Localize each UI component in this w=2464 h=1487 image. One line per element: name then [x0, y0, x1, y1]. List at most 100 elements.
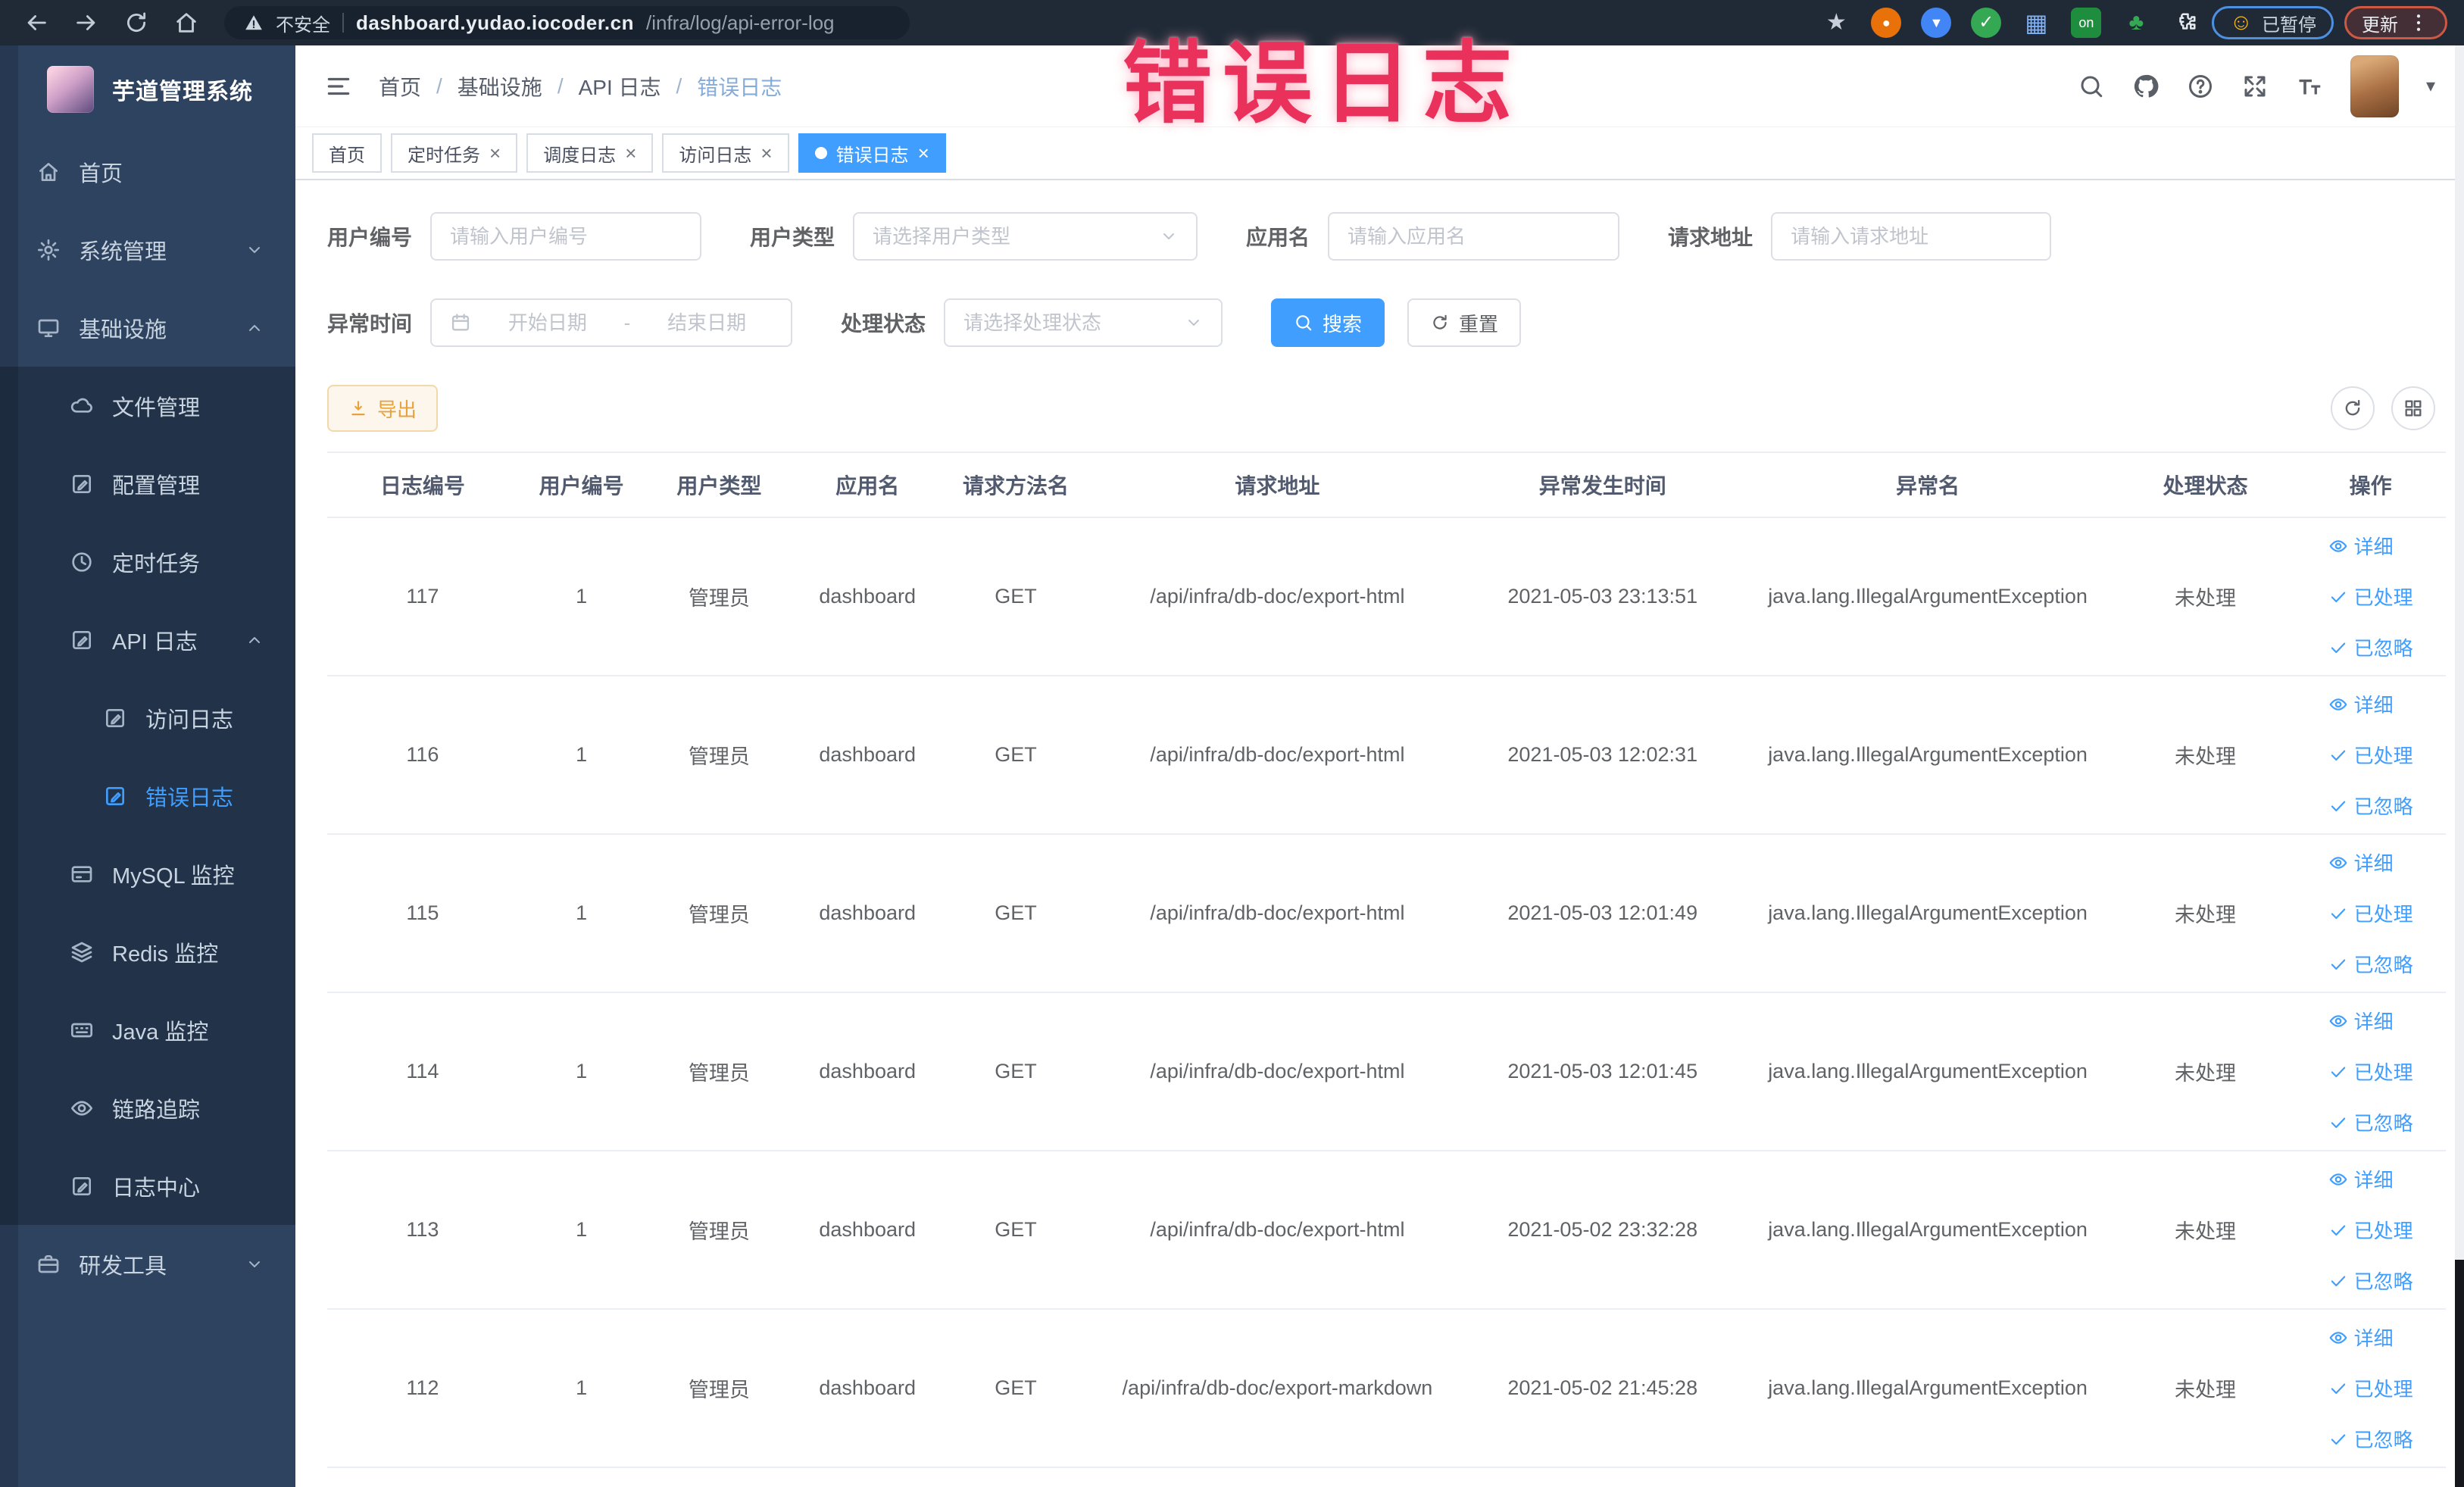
action-ignored-link[interactable]: 已忽略 [2328, 792, 2413, 820]
tab-job-log[interactable]: 调度日志 × [526, 133, 654, 173]
action-ignored-link[interactable]: 已忽略 [2328, 1108, 2413, 1136]
avatar-caret-icon[interactable]: ▾ [2426, 75, 2435, 97]
sidebar-item-config[interactable]: 配置管理 [0, 445, 295, 523]
fullscreen-icon[interactable] [2241, 73, 2269, 100]
ext-puzzle-icon[interactable] [2171, 8, 2201, 38]
action-processed-link[interactable]: 已处理 [2328, 741, 2413, 769]
sidebar-item-job[interactable]: 定时任务 [0, 523, 295, 601]
eye-icon [2328, 1011, 2348, 1031]
request-url-input[interactable] [1791, 224, 2032, 248]
close-icon[interactable]: × [760, 142, 772, 165]
column-settings-button[interactable] [2391, 386, 2435, 430]
ext-grid-icon[interactable]: ▦ [2021, 8, 2051, 38]
action-ignored-link[interactable]: 已忽略 [2328, 1425, 2413, 1453]
action-ignored-link[interactable]: 已忽略 [2328, 633, 2413, 661]
address-bar[interactable]: 不安全 dashboard.yudao.iocoder.cn/infra/log… [224, 6, 910, 39]
sidebar-item-api-log[interactable]: API 日志 [0, 601, 295, 679]
sidebar-logo-row[interactable]: 芋道管理系统 [0, 45, 295, 133]
filter-user-id: 用户编号 [327, 212, 702, 261]
action-processed-link[interactable]: 已处理 [2328, 899, 2413, 927]
sidebar-item-infra[interactable]: 基础设施 [0, 289, 295, 367]
close-icon[interactable]: × [489, 142, 501, 165]
user-avatar[interactable] [2350, 55, 2399, 117]
action-detail-link[interactable]: 详细 [2328, 1165, 2394, 1193]
action-processed-link[interactable]: 已处理 [2328, 1216, 2413, 1244]
sidebar-item-trace[interactable]: 链路追踪 [0, 1069, 295, 1147]
cell-method: GET [942, 1151, 1090, 1310]
cell-id: 114 [327, 992, 518, 1151]
action-processed-link[interactable]: 已处理 [2328, 1057, 2413, 1086]
sidebar-item-log-center[interactable]: 日志中心 [0, 1147, 295, 1225]
chevron-down-icon [245, 241, 264, 259]
sidebar-item-error-log[interactable]: 错误日志 [0, 757, 295, 835]
action-detail-link[interactable]: 详细 [2328, 690, 2394, 718]
search-button[interactable]: 搜索 [1271, 298, 1385, 347]
browser-home-icon[interactable] [167, 5, 206, 41]
chevron-up-icon [245, 319, 264, 337]
user-id-input[interactable] [450, 224, 682, 248]
process-status-select-input[interactable] [963, 311, 1185, 335]
sidebar-item-redis[interactable]: Redis 监控 [0, 913, 295, 991]
refresh-table-button[interactable] [2331, 386, 2375, 430]
action-detail-link[interactable]: 详细 [2328, 1323, 2394, 1351]
bookmark-star-icon[interactable]: ★ [1821, 8, 1851, 38]
user-type-select-input[interactable] [873, 224, 1160, 248]
browser-reload-icon[interactable] [117, 5, 156, 41]
action-ignored-link[interactable]: 已忽略 [2328, 950, 2413, 978]
date-end-input[interactable] [641, 311, 773, 335]
action-detail-link[interactable]: 详细 [2328, 848, 2394, 876]
browser-back-icon[interactable] [17, 5, 56, 41]
action-processed-link[interactable]: 已处理 [2328, 1374, 2413, 1402]
action-label: 已处理 [2353, 1061, 2413, 1084]
sidebar-item-system[interactable]: 系统管理 [0, 211, 295, 289]
close-icon[interactable]: × [918, 142, 929, 165]
ext-leaf-icon[interactable]: ♣ [2121, 8, 2151, 38]
browser-forward-icon[interactable] [67, 5, 106, 41]
update-button[interactable]: 更新 [2344, 6, 2447, 39]
font-size-icon[interactable] [2296, 73, 2323, 100]
paused-badge[interactable]: ☺ 已暂停 [2212, 6, 2334, 39]
sidebar-item-access-log[interactable]: 访问日志 [0, 679, 295, 757]
breadcrumb-item[interactable]: 基础设施 [458, 71, 542, 102]
action-label: 已忽略 [2353, 795, 2413, 818]
action-processed-link[interactable]: 已处理 [2328, 583, 2413, 611]
process-status-select[interactable] [944, 298, 1223, 347]
gear-icon [36, 238, 61, 262]
tab-error-log[interactable]: 错误日志 × [798, 133, 946, 173]
action-detail-link[interactable]: 详细 [2328, 1007, 2394, 1035]
date-start-input[interactable] [482, 311, 614, 335]
ext-green-check-icon[interactable]: ✓ [1971, 8, 2002, 38]
sidebar-item-home[interactable]: 首页 [0, 133, 295, 211]
hamburger-icon[interactable] [324, 72, 353, 101]
date-range-picker[interactable]: - [430, 298, 793, 347]
action-detail-link[interactable]: 详细 [2328, 532, 2394, 560]
action-ignored-link[interactable]: 已忽略 [2328, 1267, 2413, 1295]
active-tab-dot [814, 147, 827, 159]
scrollbar-track[interactable] [2455, 45, 2464, 1487]
sidebar-item-java[interactable]: Java 监控 [0, 991, 295, 1069]
ext-on-badge-icon[interactable]: on [2071, 8, 2102, 38]
export-button[interactable]: 导出 [327, 385, 439, 432]
check-icon [2328, 638, 2348, 658]
ext-shield-icon[interactable]: ▼ [1921, 8, 1952, 38]
user-type-select[interactable] [853, 212, 1198, 261]
breadcrumb-item[interactable]: API 日志 [579, 71, 661, 102]
tab-access-log[interactable]: 访问日志 × [662, 133, 789, 173]
security-warning-icon[interactable] [244, 13, 264, 33]
reset-button[interactable]: 重置 [1407, 298, 1522, 347]
app-name-input[interactable] [1348, 224, 1601, 248]
breadcrumb-item[interactable]: 首页 [379, 71, 421, 102]
help-icon[interactable] [2187, 73, 2214, 100]
ext-orange-ring-icon[interactable]: ● [1871, 8, 1902, 38]
sidebar-item-mysql[interactable]: MySQL 监控 [0, 835, 295, 913]
scrollbar-thumb[interactable] [2455, 1260, 2464, 1487]
browser-menu-icon[interactable] [2407, 11, 2430, 34]
close-icon[interactable]: × [625, 142, 636, 165]
sidebar-item-file[interactable]: 文件管理 [0, 367, 295, 445]
tab-job[interactable]: 定时任务 × [391, 133, 518, 173]
tab-home[interactable]: 首页 [312, 133, 382, 173]
cell-time: 2021-05-03 12:01:49 [1464, 834, 1741, 993]
search-icon[interactable] [2078, 73, 2105, 100]
sidebar-item-dev-tools[interactable]: 研发工具 [0, 1225, 295, 1303]
github-icon[interactable] [2132, 73, 2160, 100]
